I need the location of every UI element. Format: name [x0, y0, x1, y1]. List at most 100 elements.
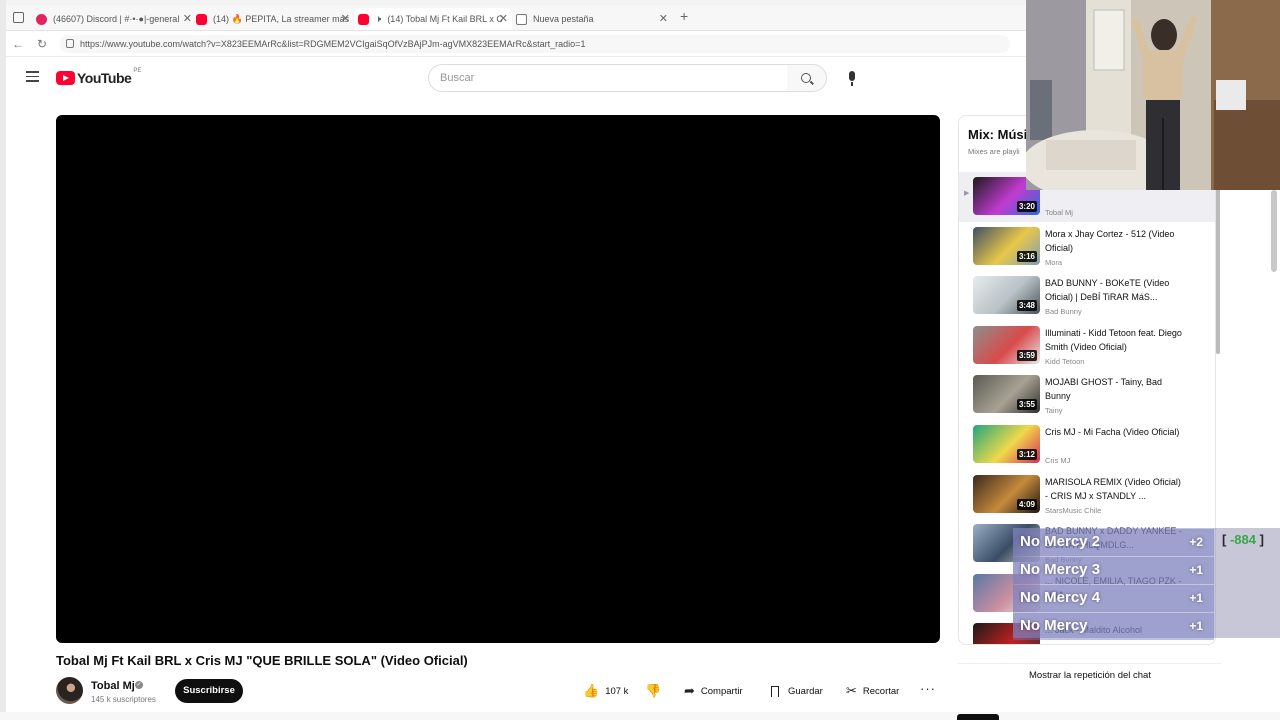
- subscribe-button[interactable]: Suscribirse: [175, 679, 243, 703]
- tab-discord[interactable]: (46607) Discord | #·•·●|-general ✕: [36, 8, 192, 30]
- youtube-favicon-icon: [358, 13, 369, 25]
- tab-label: Nueva pestaña: [533, 14, 594, 24]
- tab-actions-icon[interactable]: [13, 12, 24, 23]
- save-label: Guardar: [788, 685, 823, 697]
- video-thumbnail[interactable]: 3:12: [973, 425, 1040, 463]
- tab-pepita[interactable]: (14) 🔥 PEPITA, La streamer más ✕: [196, 8, 350, 30]
- left-window-edge: [0, 0, 6, 720]
- overlay-row-value: +1: [1189, 591, 1203, 605]
- tab-label: (46607) Discord | #·•·●|-general: [53, 14, 180, 24]
- tab-new-tab[interactable]: Nueva pestaña ✕: [516, 8, 668, 30]
- webcam-feed-image: [1026, 0, 1280, 190]
- microphone-icon: [849, 71, 855, 81]
- playlist-item-channel: Bad Bunny: [1045, 307, 1082, 317]
- playlist-item[interactable]: 3:48 BAD BUNNY - BOKeTE (Video Oficial) |…: [959, 271, 1215, 321]
- thumbs-down-icon: 👎: [645, 683, 662, 698]
- plus-icon[interactable]: +: [680, 8, 688, 24]
- webcam-overlay: [1026, 0, 1280, 190]
- verified-badge-icon: ✓: [135, 681, 143, 689]
- voice-search-button[interactable]: [838, 64, 866, 92]
- playlist-item[interactable]: 3:55 MOJABI GHOST - Tainy, Bad Bunny Tainy: [959, 370, 1215, 420]
- overlay-row-value: +2: [1189, 535, 1203, 549]
- browser-tab-bar: (46607) Discord | #·•·●|-general ✕ (14) …: [0, 5, 1026, 31]
- video-thumbnail[interactable]: 4:09: [973, 474, 1040, 513]
- playlist-item-channel: Tobal Mj: [1045, 208, 1073, 217]
- youtube-play-icon: [56, 71, 75, 85]
- overlay-row-label: No Mercy: [1020, 617, 1088, 634]
- clip-button[interactable]: ✂ Recortar: [846, 681, 899, 701]
- playlist-item-channel: Tainy: [1045, 406, 1063, 416]
- playlist-scrollbar[interactable]: [1216, 178, 1220, 354]
- search-icon: [801, 73, 811, 83]
- page-favicon-icon: [516, 13, 527, 25]
- overlay-counter: [ -884 ]: [1222, 532, 1264, 547]
- microphone-stand: [851, 82, 853, 86]
- like-button[interactable]: 👍 107 k: [583, 681, 628, 701]
- video-thumbnail[interactable]: 3:48: [973, 276, 1040, 315]
- video-duration: 3:20: [1016, 201, 1037, 212]
- video-thumbnail[interactable]: 3:16: [973, 226, 1040, 265]
- scissors-icon: ✂: [846, 683, 857, 698]
- close-icon[interactable]: ✕: [341, 12, 350, 25]
- playlist-title: Mix: Músic: [968, 127, 1035, 142]
- playlist-subtitle: Mixes are playli: [968, 147, 1020, 156]
- more-options-icon[interactable]: ···: [920, 681, 936, 696]
- playlist-item[interactable]: 4:09 MARISOLA REMIX (Video Oficial) - CRI…: [959, 470, 1215, 520]
- like-count: 107 k: [605, 685, 629, 697]
- url-field[interactable]: https://www.youtube.com/watch?v=X823EEMA…: [60, 35, 1010, 53]
- dislike-button[interactable]: 👎: [645, 681, 667, 701]
- youtube-logo[interactable]: YouTube PE: [56, 68, 142, 86]
- video-duration: 3:55: [1016, 399, 1037, 411]
- playlist-item[interactable]: 3:59 Illuminati - Kidd Tetoon feat. Diego…: [959, 321, 1215, 371]
- show-chat-replay-button[interactable]: Mostrar la repetición del chat: [958, 663, 1222, 687]
- share-label: Compartir: [700, 685, 743, 697]
- share-arrow-icon: ➦: [684, 683, 695, 698]
- save-button[interactable]: Guardar: [771, 681, 823, 701]
- overlay-row-label: No Mercy 2: [1020, 533, 1101, 550]
- playlist-item[interactable]: 3:16 Mora x Jhay Cortez - 512 (Video Ofic…: [959, 222, 1215, 272]
- playlist-item-title: BAD BUNNY - BOKeTE (Video Oficial) | DeB…: [1045, 278, 1170, 303]
- video-duration: 3:48: [1016, 300, 1037, 312]
- overlay-row-value: +1: [1189, 619, 1203, 633]
- hamburger-menu-icon[interactable]: [26, 71, 39, 82]
- overlay-row-label: No Mercy 4: [1020, 589, 1101, 606]
- speaker-icon[interactable]: 🕨: [375, 14, 381, 25]
- video-duration: 3:16: [1016, 250, 1037, 262]
- playlist-item-channel: Cris MJ: [1045, 456, 1071, 465]
- playlist-item-channel: Mora: [1045, 257, 1063, 267]
- back-arrow-icon[interactable]: ←: [12, 37, 24, 51]
- tab-tobal-mj[interactable]: 🕨 (14) Tobal Mj Ft Kail BRL x C ✕: [354, 8, 512, 30]
- thumbs-up-icon: 👍: [583, 683, 600, 698]
- playlist-item[interactable]: 3:12 Cris MJ - Mi Facha (Video Oficial) Cr…: [959, 420, 1215, 470]
- search-input[interactable]: Buscar: [428, 64, 788, 92]
- video-thumbnail[interactable]: 3:59: [973, 325, 1040, 364]
- playlist-item-title: Cris MJ - Mi Facha (Video Oficial): [1045, 427, 1180, 437]
- video-thumbnail[interactable]: 3:55: [973, 375, 1040, 414]
- playlist-item-title: MOJABI GHOST - Tainy, Bad Bunny: [1045, 377, 1163, 402]
- close-icon[interactable]: ✕: [183, 12, 192, 25]
- share-button[interactable]: ➦ Compartir: [684, 681, 743, 701]
- channel-avatar[interactable]: [56, 677, 83, 704]
- playlist-item-title: MARISOLA REMIX (Video Oficial) - CRIS MJ…: [1045, 476, 1181, 501]
- tab-label: (14) 🔥 PEPITA, La streamer más: [213, 13, 350, 24]
- close-icon[interactable]: ✕: [659, 12, 668, 25]
- clip-label: Recortar: [862, 685, 900, 697]
- page-scrollbar[interactable]: [1271, 190, 1277, 272]
- country-code: PE: [133, 68, 142, 74]
- overlay-counter-value: -884: [1229, 532, 1256, 547]
- now-playing-icon: ▶: [964, 190, 970, 197]
- close-icon[interactable]: ✕: [499, 12, 508, 25]
- browser-address-bar: ← ↻ https://www.youtube.com/watch?v=X823…: [0, 31, 1026, 57]
- search-placeholder: Buscar: [440, 72, 475, 84]
- channel-name[interactable]: Tobal Mj: [91, 680, 135, 692]
- search-button[interactable]: [787, 64, 827, 92]
- overlay-row: No Mercy 2 +2: [1013, 529, 1214, 556]
- video-player[interactable]: [56, 115, 940, 643]
- video-duration: 4:09: [1016, 498, 1037, 510]
- url-text: https://www.youtube.com/watch?v=X823EEMA…: [80, 39, 586, 49]
- reload-icon[interactable]: ↻: [37, 37, 47, 51]
- overlay-row: No Mercy 4 +1: [1013, 585, 1214, 612]
- youtube-favicon-icon: [196, 13, 207, 25]
- playlist-item-channel: StarsMusic Chile: [1045, 505, 1102, 515]
- chip-button[interactable]: [957, 714, 999, 720]
